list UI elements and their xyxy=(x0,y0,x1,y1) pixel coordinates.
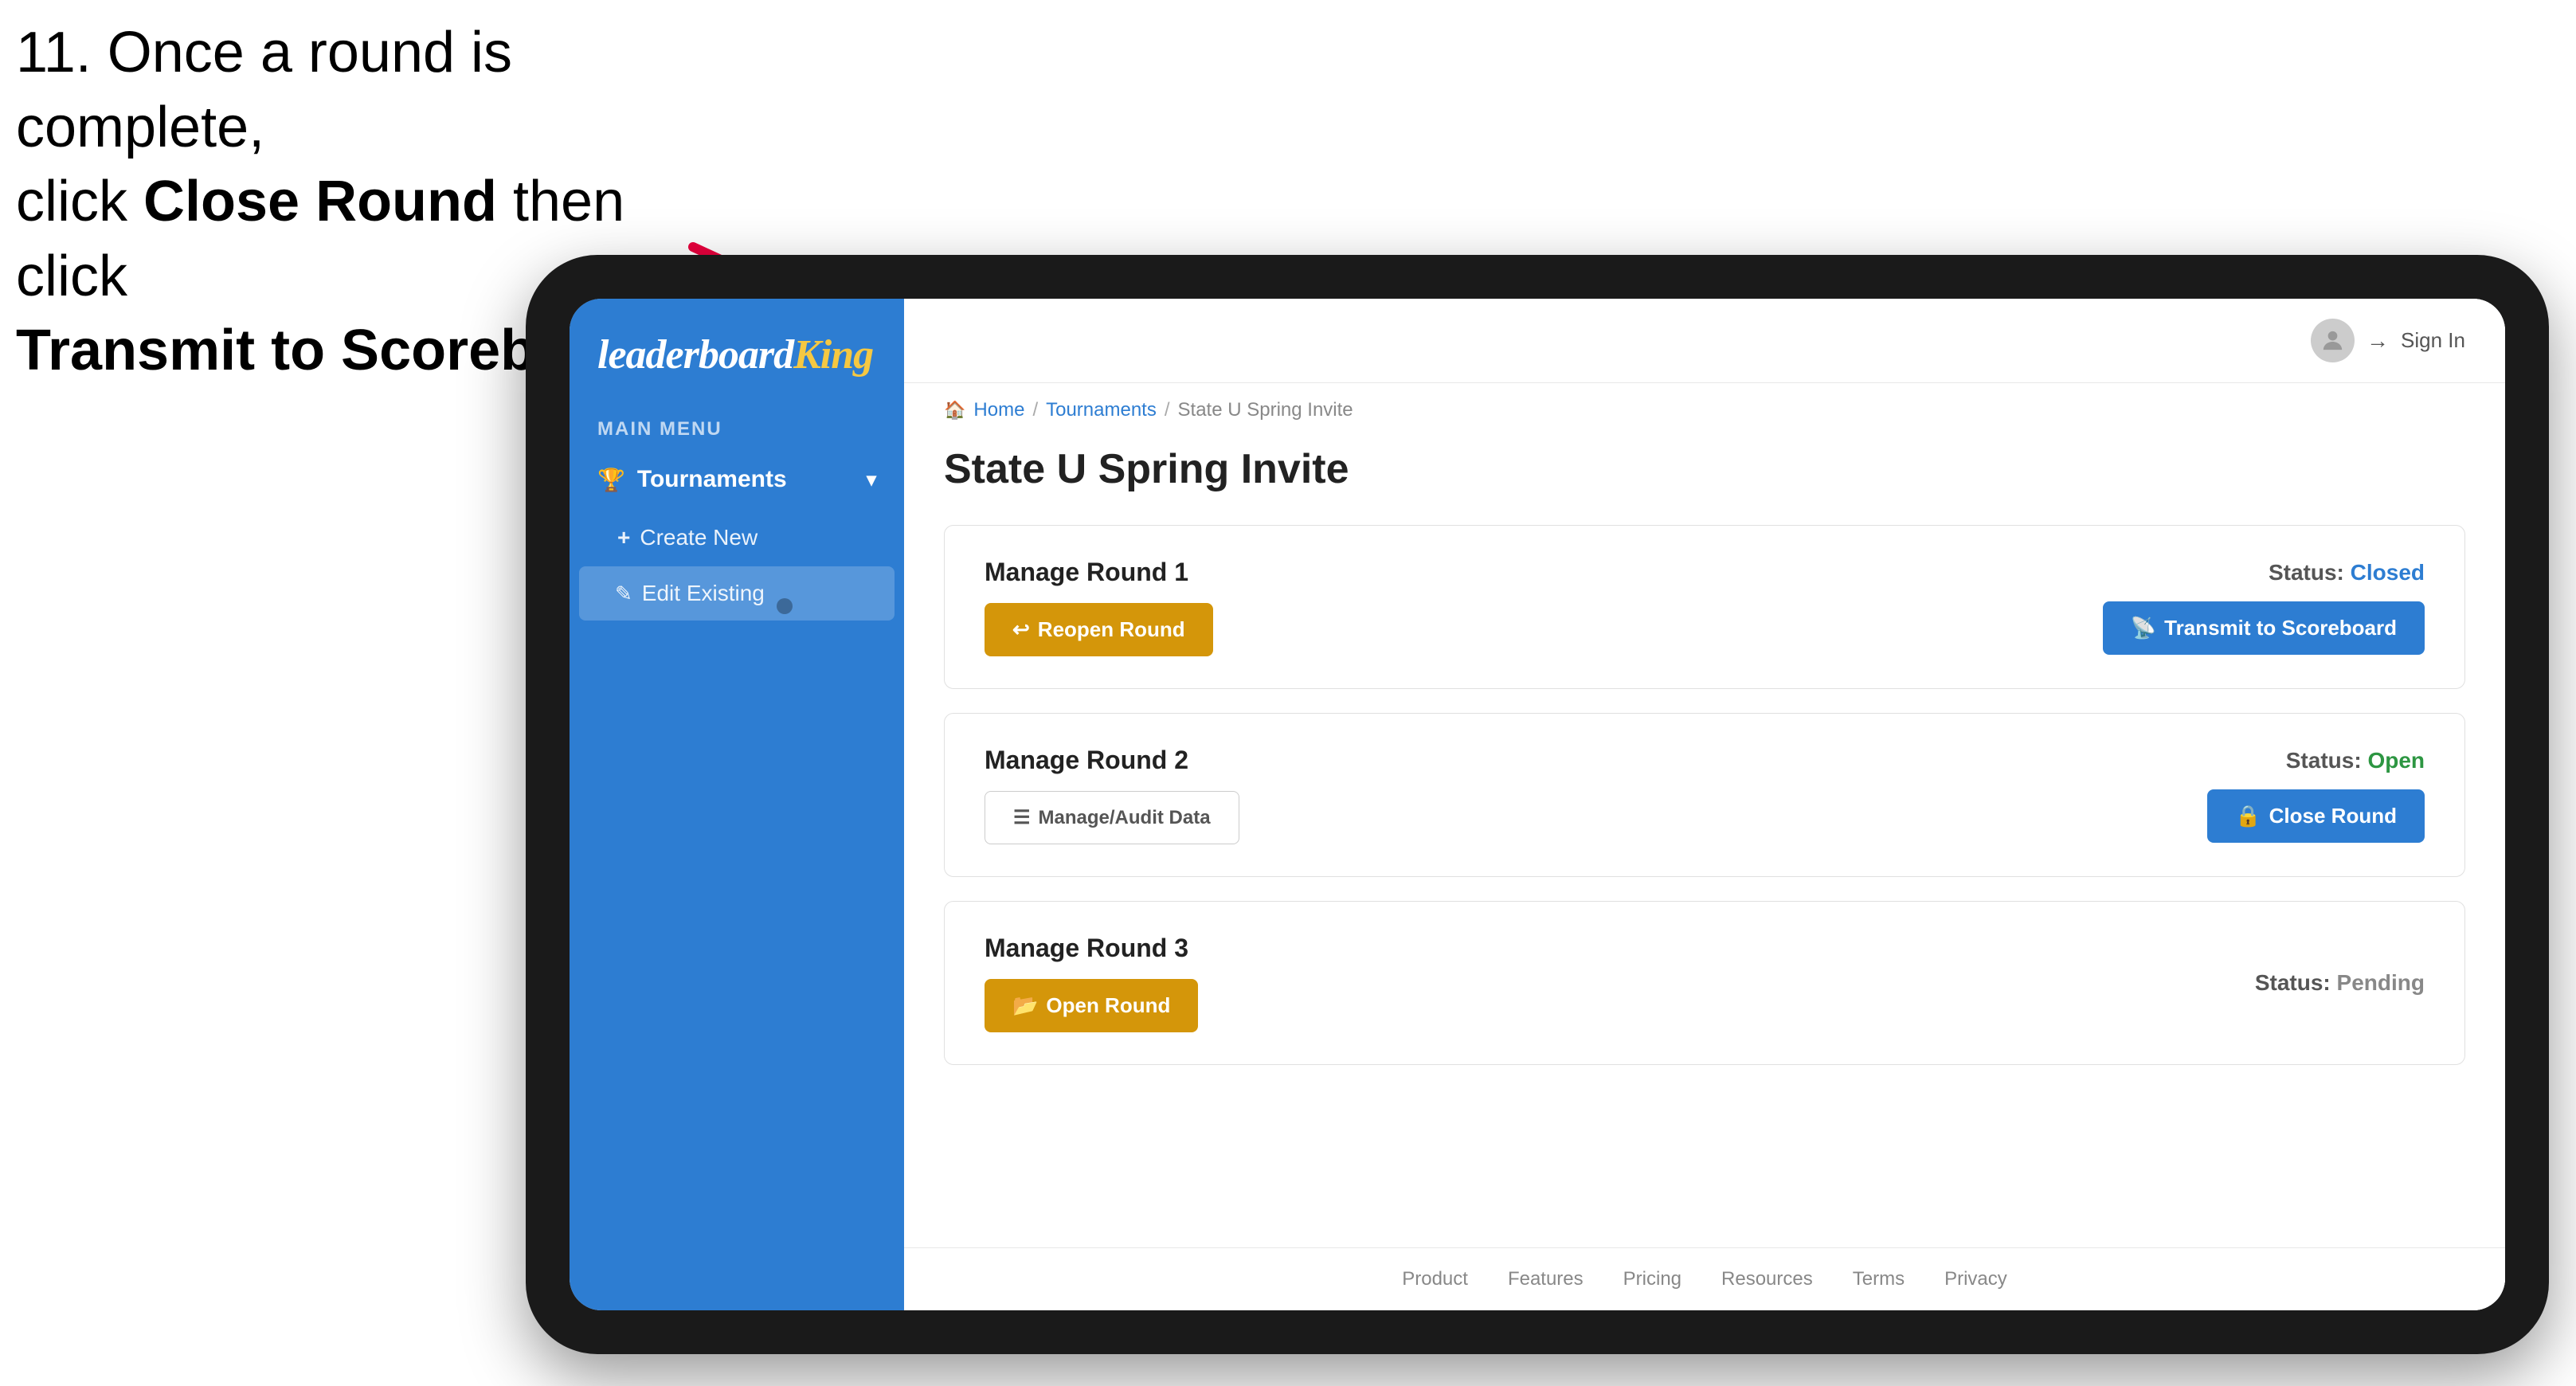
round-3-right: Status: Pending xyxy=(2255,970,2425,996)
round-2-left: Manage Round 2 ☰ Manage/Audit Data xyxy=(985,746,1239,844)
sidebar-edit-existing-label: Edit Existing xyxy=(642,581,765,606)
close-round-button[interactable]: 🔒 Close Round xyxy=(2207,789,2425,843)
main-content: → Sign In 🏠 Home / Tournaments / State U… xyxy=(904,299,2505,1310)
manage-audit-button[interactable]: ☰ Manage/Audit Data xyxy=(985,791,1239,844)
round-3-buttons: 📂 Open Round xyxy=(985,979,1198,1032)
app-layout: leaderboardKing MAIN MENU 🏆 Tournaments … xyxy=(570,299,2505,1310)
footer: Product Features Pricing Resources Terms… xyxy=(904,1247,2505,1310)
sidebar-item-tournaments[interactable]: 🏆 Tournaments ▾ xyxy=(570,448,904,511)
logo-area: leaderboardKing xyxy=(570,299,904,402)
round-1-card: Manage Round 1 ↩ Reopen Round Status: xyxy=(944,525,2465,689)
round-1-status-value: Closed xyxy=(2351,560,2425,585)
instruction-line1: 11. Once a round is complete, xyxy=(16,21,512,159)
round-2-buttons: ☰ Manage/Audit Data xyxy=(985,791,1239,844)
footer-features[interactable]: Features xyxy=(1508,1268,1584,1290)
round-3-left: Manage Round 3 📂 Open Round xyxy=(985,934,1198,1032)
instruction-close-round: Close Round xyxy=(143,170,497,233)
transmit-to-scoreboard-button[interactable]: 📡 Transmit to Scoreboard xyxy=(2103,601,2425,655)
sidebar-tournaments-label: Tournaments xyxy=(637,466,787,493)
sidebar-create-new[interactable]: + Create New xyxy=(570,511,904,565)
sidebar-edit-existing[interactable]: ✎ Edit Existing xyxy=(579,566,895,621)
reopen-icon: ↩ xyxy=(1012,617,1030,642)
round-2-title: Manage Round 2 xyxy=(985,746,1239,775)
close-round-label: Close Round xyxy=(2269,804,2397,828)
open-round-button[interactable]: 📂 Open Round xyxy=(985,979,1198,1032)
footer-resources[interactable]: Resources xyxy=(1721,1268,1813,1290)
round-2-card: Manage Round 2 ☰ Manage/Audit Data Statu… xyxy=(944,713,2465,877)
trophy-icon: 🏆 xyxy=(597,467,625,493)
round-2-status: Status: Open xyxy=(2207,748,2425,773)
open-round-label: Open Round xyxy=(1046,993,1170,1018)
round-2-status-value: Open xyxy=(2367,748,2425,773)
round-2-right: Status: Open 🔒 Close Round xyxy=(2207,748,2425,843)
page-title: State U Spring Invite xyxy=(944,445,2465,493)
plus-icon: + xyxy=(617,525,630,550)
chevron-down-icon: ▾ xyxy=(867,468,876,491)
footer-terms[interactable]: Terms xyxy=(1853,1268,1905,1290)
round-1-left: Manage Round 1 ↩ Reopen Round xyxy=(985,558,1213,656)
tablet-device: leaderboardKing MAIN MENU 🏆 Tournaments … xyxy=(526,255,2549,1354)
sign-in-area: → Sign In xyxy=(2311,319,2465,362)
breadcrumb-home[interactable]: Home xyxy=(973,399,1024,421)
lock-icon: 🔒 xyxy=(2235,804,2261,828)
breadcrumb-current: State U Spring Invite xyxy=(1178,399,1353,421)
sidebar-create-new-label: Create New xyxy=(640,525,758,550)
breadcrumb: 🏠 Home / Tournaments / State U Spring In… xyxy=(904,383,2505,429)
round-1-buttons: ↩ Reopen Round xyxy=(985,603,1213,656)
main-menu-label: MAIN MENU xyxy=(570,402,904,448)
tablet-screen: leaderboardKing MAIN MENU 🏆 Tournaments … xyxy=(570,299,2505,1310)
avatar xyxy=(2311,319,2355,362)
reopen-round-label: Reopen Round xyxy=(1038,617,1185,642)
transmit-label: Transmit to Scoreboard xyxy=(2164,616,2397,640)
round-3-title: Manage Round 3 xyxy=(985,934,1198,963)
round-1-status: Status: Closed xyxy=(2103,560,2425,585)
round-1-title: Manage Round 1 xyxy=(985,558,1213,587)
round-3-status: Status: Pending xyxy=(2255,970,2425,996)
edit-icon: ✎ xyxy=(615,581,632,606)
round-3-status-value: Pending xyxy=(2337,970,2425,995)
sign-in-label[interactable]: Sign In xyxy=(2401,328,2465,353)
audit-icon: ☰ xyxy=(1013,806,1031,829)
top-bar: → Sign In xyxy=(904,299,2505,383)
open-icon: 📂 xyxy=(1012,993,1038,1018)
sidebar: leaderboardKing MAIN MENU 🏆 Tournaments … xyxy=(570,299,904,1310)
page-content: State U Spring Invite Manage Round 1 ↩ R… xyxy=(904,429,2505,1247)
footer-privacy[interactable]: Privacy xyxy=(1944,1268,2007,1290)
breadcrumb-tournaments[interactable]: Tournaments xyxy=(1046,399,1157,421)
manage-audit-label: Manage/Audit Data xyxy=(1039,807,1211,829)
home-icon: 🏠 xyxy=(944,400,965,421)
signin-arrow-icon: → xyxy=(2367,328,2389,354)
footer-pricing[interactable]: Pricing xyxy=(1623,1268,1681,1290)
reopen-round-button[interactable]: ↩ Reopen Round xyxy=(985,603,1213,656)
round-1-right: Status: Closed 📡 Transmit to Scoreboard xyxy=(2103,560,2425,655)
round-3-card: Manage Round 3 📂 Open Round Status: xyxy=(944,901,2465,1065)
logo: leaderboardKing xyxy=(597,331,876,378)
footer-product[interactable]: Product xyxy=(1402,1268,1468,1290)
instruction-line2-pre: click xyxy=(16,170,143,233)
transmit-icon: 📡 xyxy=(2131,616,2156,640)
